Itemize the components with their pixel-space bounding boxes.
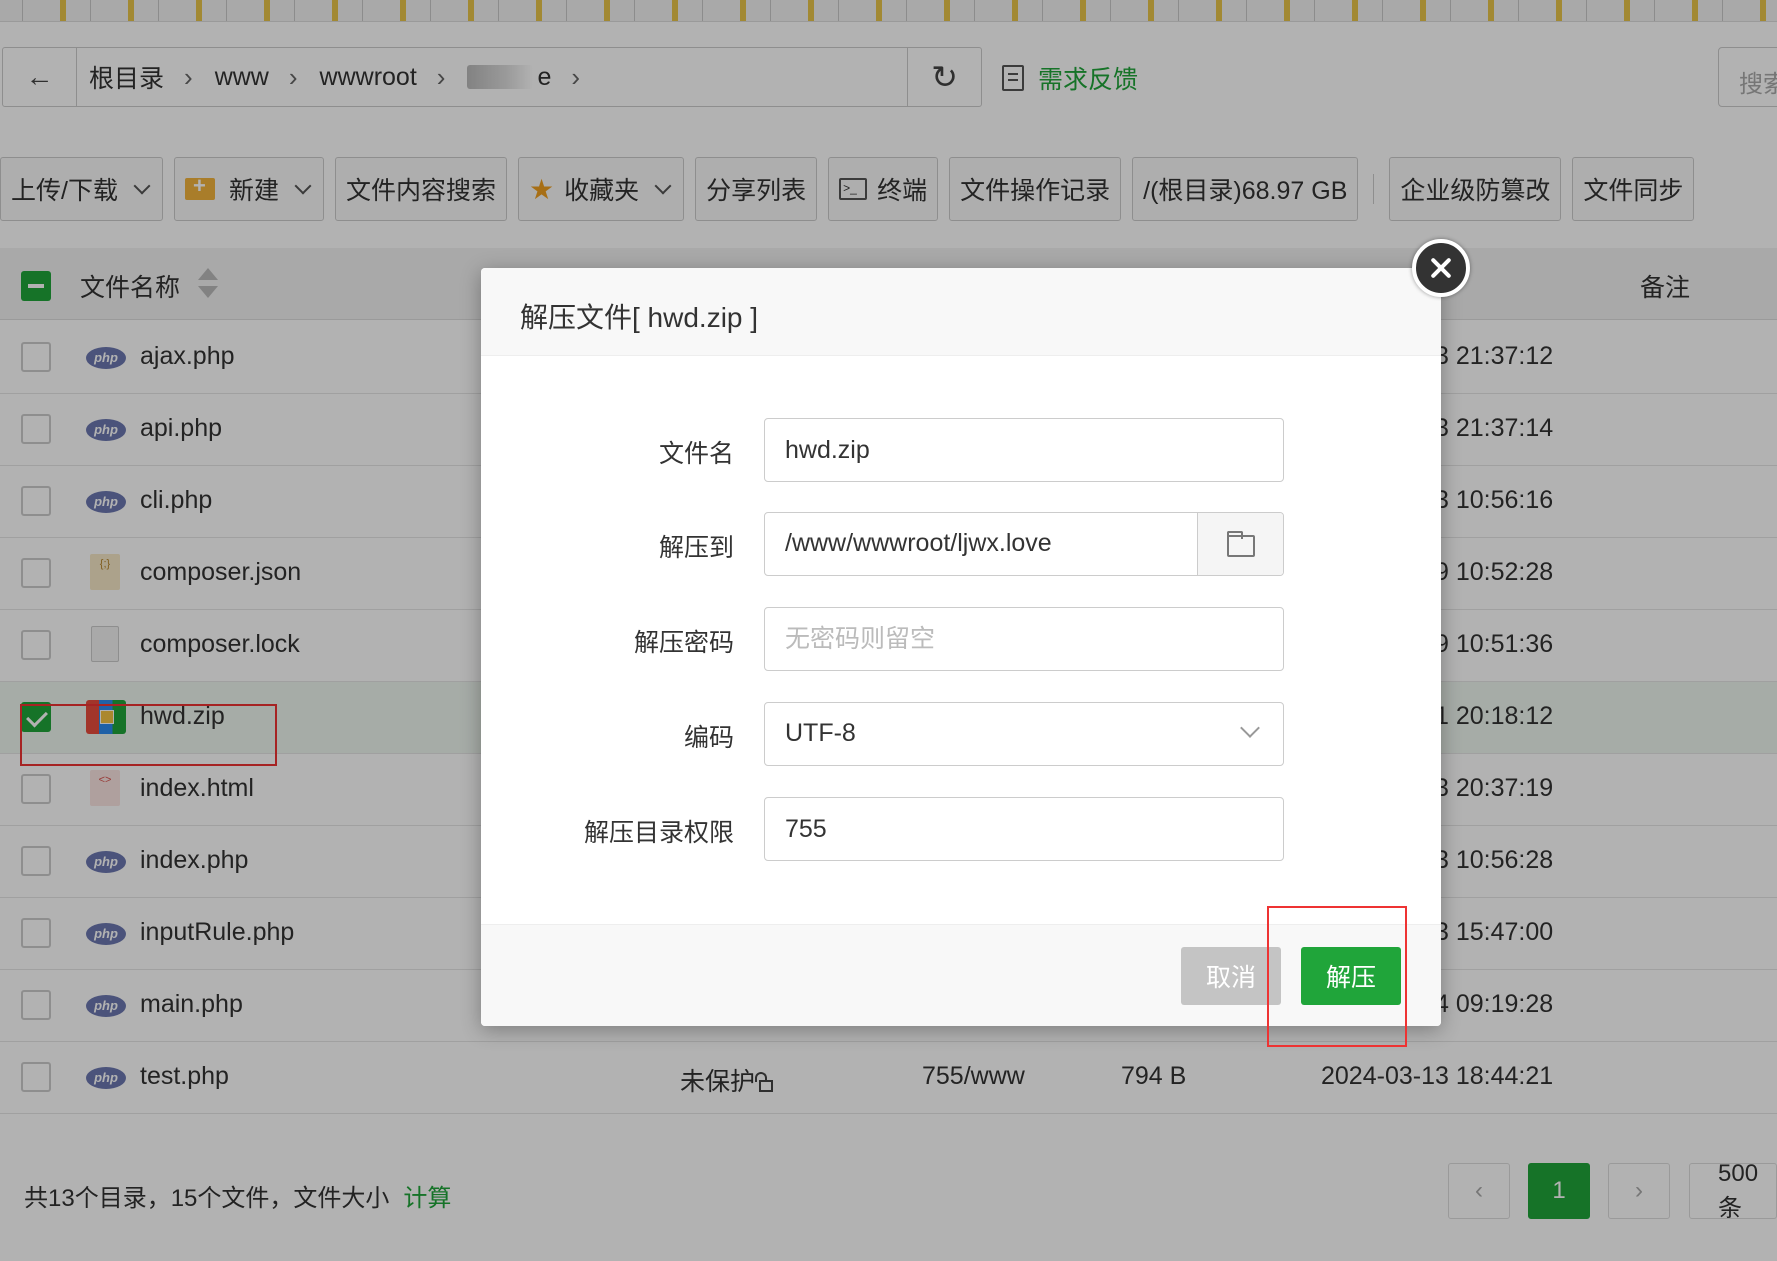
form-row-perm: 解压目录权限 (481, 797, 1441, 861)
form-row-encoding: 编码 UTF-8 (481, 702, 1441, 766)
form-row-password: 解压密码 (481, 607, 1441, 671)
encoding-select[interactable]: UTF-8 (764, 702, 1284, 766)
highlight-box-unzip-button (1267, 906, 1407, 1047)
filename-input[interactable] (764, 418, 1284, 482)
folder-icon (1227, 531, 1255, 557)
password-input[interactable] (764, 607, 1284, 671)
perm-input[interactable] (764, 797, 1284, 861)
form-row-filename: 文件名 (481, 418, 1441, 482)
dest-input-group: /www/wwwroot/ljwx.love (764, 512, 1284, 576)
cancel-button[interactable]: 取消 (1181, 947, 1281, 1005)
perm-label: 解压目录权限 (583, 819, 734, 847)
dialog-title: 解压文件[ hwd.zip ] (481, 268, 1441, 356)
browse-folder-button[interactable] (1197, 513, 1283, 575)
chevron-down-icon (1240, 718, 1260, 738)
encoding-value: UTF-8 (785, 719, 856, 747)
password-label: 解压密码 (633, 629, 734, 657)
dest-label: 解压到 (658, 534, 734, 562)
close-icon[interactable] (1412, 239, 1470, 297)
filename-label: 文件名 (658, 440, 734, 468)
dest-input[interactable]: /www/wwwroot/ljwx.love (765, 513, 1197, 575)
encoding-label: 编码 (683, 724, 734, 752)
form-row-dest: 解压到 /www/wwwroot/ljwx.love (481, 512, 1441, 576)
